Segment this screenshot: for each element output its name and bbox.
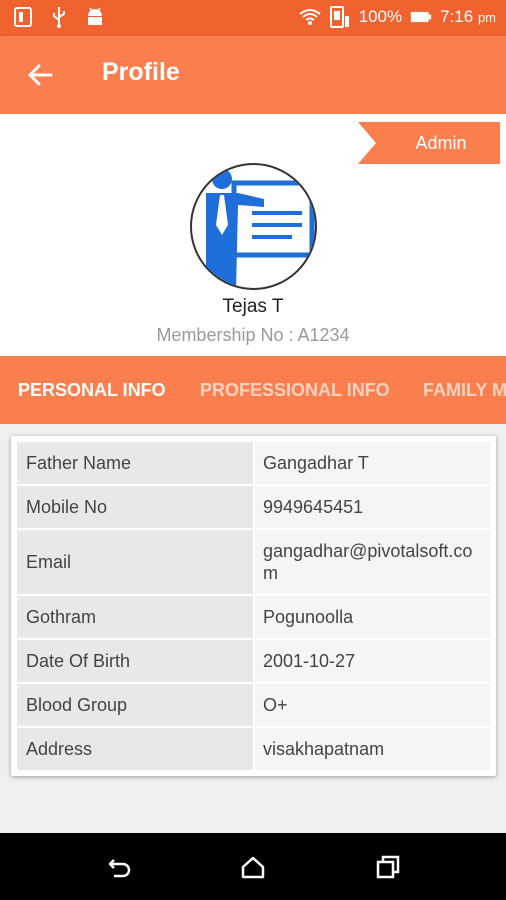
status-bar: 100% 7:16 pm xyxy=(0,0,506,36)
info-value: 2001-10-27 xyxy=(255,640,490,682)
presenter-icon xyxy=(206,169,315,288)
tab-personal-info[interactable]: PERSONAL INFO xyxy=(18,356,166,424)
info-value: Gangadhar T xyxy=(255,442,490,484)
info-row-father-name: Father Name Gangadhar T xyxy=(17,442,490,484)
recents-icon[interactable] xyxy=(372,851,404,883)
tab-bar: PERSONAL INFO PROFESSIONAL INFO FAMILY M xyxy=(0,356,506,424)
back-icon[interactable] xyxy=(103,851,135,883)
battery-icon xyxy=(410,6,432,28)
info-row-address: Address visakhapatnam xyxy=(17,728,490,770)
info-label: Gothram xyxy=(17,596,253,638)
info-row-email: Email gangadhar@pivotalsoft.com xyxy=(17,530,490,594)
sim-card-icon xyxy=(12,6,34,28)
status-time: 7:16 xyxy=(440,7,474,26)
info-label: Email xyxy=(17,530,253,594)
info-label: Father Name xyxy=(17,442,253,484)
info-value: 9949645451 xyxy=(255,486,490,528)
arrow-left-icon[interactable] xyxy=(20,55,60,95)
info-label: Address xyxy=(17,728,253,770)
tab-professional-info[interactable]: PROFESSIONAL INFO xyxy=(200,356,390,424)
info-value: visakhapatnam xyxy=(255,728,490,770)
usb-icon xyxy=(48,6,70,28)
tab-family-members[interactable]: FAMILY M xyxy=(423,356,506,424)
battery-percent: 100% xyxy=(358,7,403,26)
membership-number: Membership No : A1234 xyxy=(156,325,350,345)
info-label: Mobile No xyxy=(17,486,253,528)
user-name: Tejas T xyxy=(222,296,284,317)
page-title: Profile xyxy=(102,58,180,86)
tab-indicator xyxy=(0,420,183,424)
app-bar: Profile xyxy=(0,36,506,114)
signal-icon xyxy=(329,6,351,28)
android-icon xyxy=(84,6,106,28)
wifi-icon xyxy=(299,6,321,28)
info-row-mobile: Mobile No 9949645451 xyxy=(17,486,490,528)
info-row-blood-group: Blood Group O+ xyxy=(17,684,490,726)
info-value: O+ xyxy=(255,684,490,726)
profile-header: Admin Tejas T Membership No : A1234 xyxy=(0,114,506,356)
info-label: Blood Group xyxy=(17,684,253,726)
role-badge: Admin xyxy=(358,122,500,164)
info-row-date-of-birth: Date Of Birth 2001-10-27 xyxy=(17,640,490,682)
system-nav-bar xyxy=(0,833,506,900)
info-label: Date Of Birth xyxy=(17,640,253,682)
info-value: gangadhar@pivotalsoft.com xyxy=(255,530,490,594)
avatar xyxy=(190,163,317,290)
personal-info-card: Father Name Gangadhar T Mobile No 994964… xyxy=(11,436,496,776)
status-ampm: pm xyxy=(477,10,496,25)
info-row-gothram: Gothram Pogunoolla xyxy=(17,596,490,638)
home-icon[interactable] xyxy=(237,851,269,883)
info-value: Pogunoolla xyxy=(255,596,490,638)
